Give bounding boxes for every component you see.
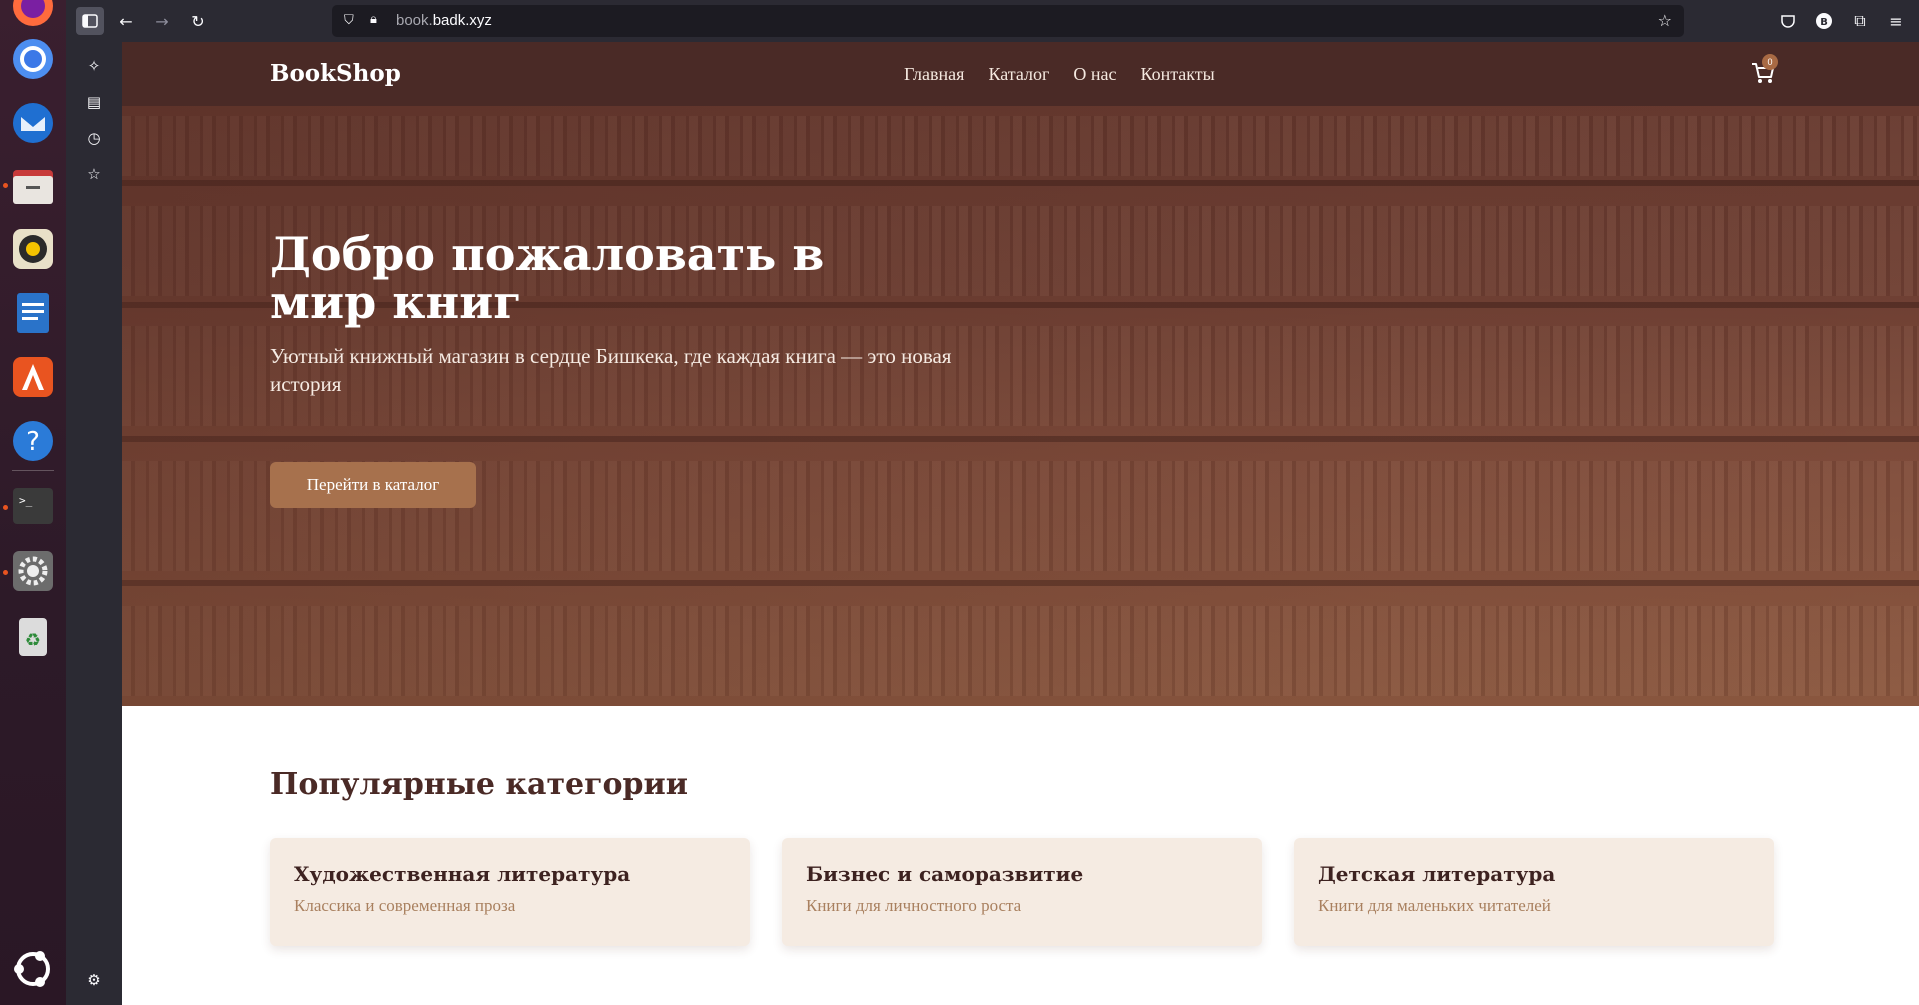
web-page: BookShop Главная Каталог О нас Контакты … (122, 42, 1919, 1005)
reload-icon[interactable]: ↻ (184, 7, 212, 35)
hero-subtitle: Уютный книжный магазин в сердце Бишкека,… (270, 344, 952, 396)
ubuntu-logo-icon[interactable] (9, 945, 57, 993)
shield-icon[interactable]: ⛉ (344, 13, 354, 28)
category-card-children[interactable]: Детская литература Книги для маленьких ч… (1294, 838, 1774, 946)
running-indicator (3, 183, 8, 188)
synced-tabs-icon[interactable]: ▤ (84, 92, 104, 112)
pocket-icon[interactable] (1774, 7, 1802, 35)
hero-overlay (122, 106, 1919, 706)
card-description: Книги для маленьких читателей (1318, 896, 1551, 915)
account-icon[interactable]: B (1810, 7, 1838, 35)
category-card-business[interactable]: Бизнес и саморазвитие Книги для личностн… (782, 838, 1262, 946)
site-logo[interactable]: BookShop (270, 60, 401, 87)
go-to-catalog-button[interactable]: Перейти в каталог (270, 462, 476, 508)
hero-section (122, 106, 1919, 706)
svg-text:♻: ♻ (25, 630, 41, 651)
settings-icon[interactable] (9, 547, 57, 595)
running-indicator (3, 505, 8, 510)
history-icon[interactable]: ◷ (84, 128, 104, 148)
url-bar[interactable]: ⛉ 🔒︎ book.badk.xyz ☆ (332, 5, 1684, 37)
card-title: Бизнес и саморазвитие (806, 862, 1084, 886)
nav-link-home[interactable]: Главная (904, 64, 964, 85)
lock-icon[interactable]: 🔒︎ (370, 12, 377, 27)
terminal-icon[interactable]: >_ (9, 482, 57, 530)
url-domain: badk.xyz (432, 12, 492, 29)
customize-gear-icon[interactable]: ⚙ (84, 970, 104, 990)
svg-text:?: ? (26, 427, 40, 457)
bookmark-star-icon[interactable]: ☆ (1658, 11, 1672, 30)
menu-icon[interactable]: ≡ (1882, 7, 1910, 35)
url-text[interactable]: book.badk.xyz (396, 12, 492, 29)
cart-count-badge: 0 (1762, 54, 1778, 70)
nav-link-about[interactable]: О нас (1073, 64, 1116, 85)
section-title: Популярные категории (270, 767, 689, 802)
extensions-icon[interactable]: ⧉ (1846, 7, 1874, 35)
category-card-fiction[interactable]: Художественная литература Классика и сов… (270, 838, 750, 946)
back-icon[interactable]: ← (112, 7, 140, 35)
url-subdomain: book. (396, 12, 433, 29)
svg-text:B: B (1820, 17, 1828, 28)
hero-title: Добро пожаловать в мир книг (270, 227, 825, 329)
card-description: Классика и современная проза (294, 896, 516, 915)
ai-chatbot-icon[interactable]: ✧ (84, 56, 104, 76)
browser-toolbar: ← → ↻ ⛉ 🔒︎ book.badk.xyz ☆ B ⧉ ≡ (66, 0, 1919, 42)
rhythmbox-icon[interactable] (9, 225, 57, 273)
category-cards: Художественная литература Классика и сов… (270, 838, 1774, 946)
files-icon[interactable] (9, 162, 57, 210)
running-indicator (3, 570, 8, 575)
chromium-icon[interactable] (9, 35, 57, 83)
browser-sidebar: ✧ ▤ ◷ ☆ ⚙ (66, 42, 122, 1005)
dock-separator (12, 470, 54, 471)
nav-link-catalog[interactable]: Каталог (988, 64, 1049, 85)
bookmarks-icon[interactable]: ☆ (84, 164, 104, 184)
firefox-icon[interactable] (9, 0, 57, 30)
card-title: Детская литература (1318, 862, 1556, 886)
svg-text:>_: >_ (19, 494, 33, 507)
nav-links: Главная Каталог О нас Контакты (904, 64, 1215, 85)
sidebar-toggle-icon[interactable] (76, 7, 104, 35)
ubuntu-dock: ? >_ ♻ (0, 0, 66, 1005)
card-description: Книги для личностного роста (806, 896, 1022, 915)
nav-link-contacts[interactable]: Контакты (1140, 64, 1214, 85)
app-center-icon[interactable] (9, 353, 57, 401)
writer-icon[interactable] (9, 289, 57, 337)
card-title: Художественная литература (294, 862, 631, 886)
forward-icon[interactable]: → (148, 7, 176, 35)
help-icon[interactable]: ? (9, 417, 57, 465)
trash-icon[interactable]: ♻ (9, 612, 57, 660)
site-navbar: BookShop Главная Каталог О нас Контакты … (122, 42, 1919, 106)
thunderbird-icon[interactable] (9, 99, 57, 147)
